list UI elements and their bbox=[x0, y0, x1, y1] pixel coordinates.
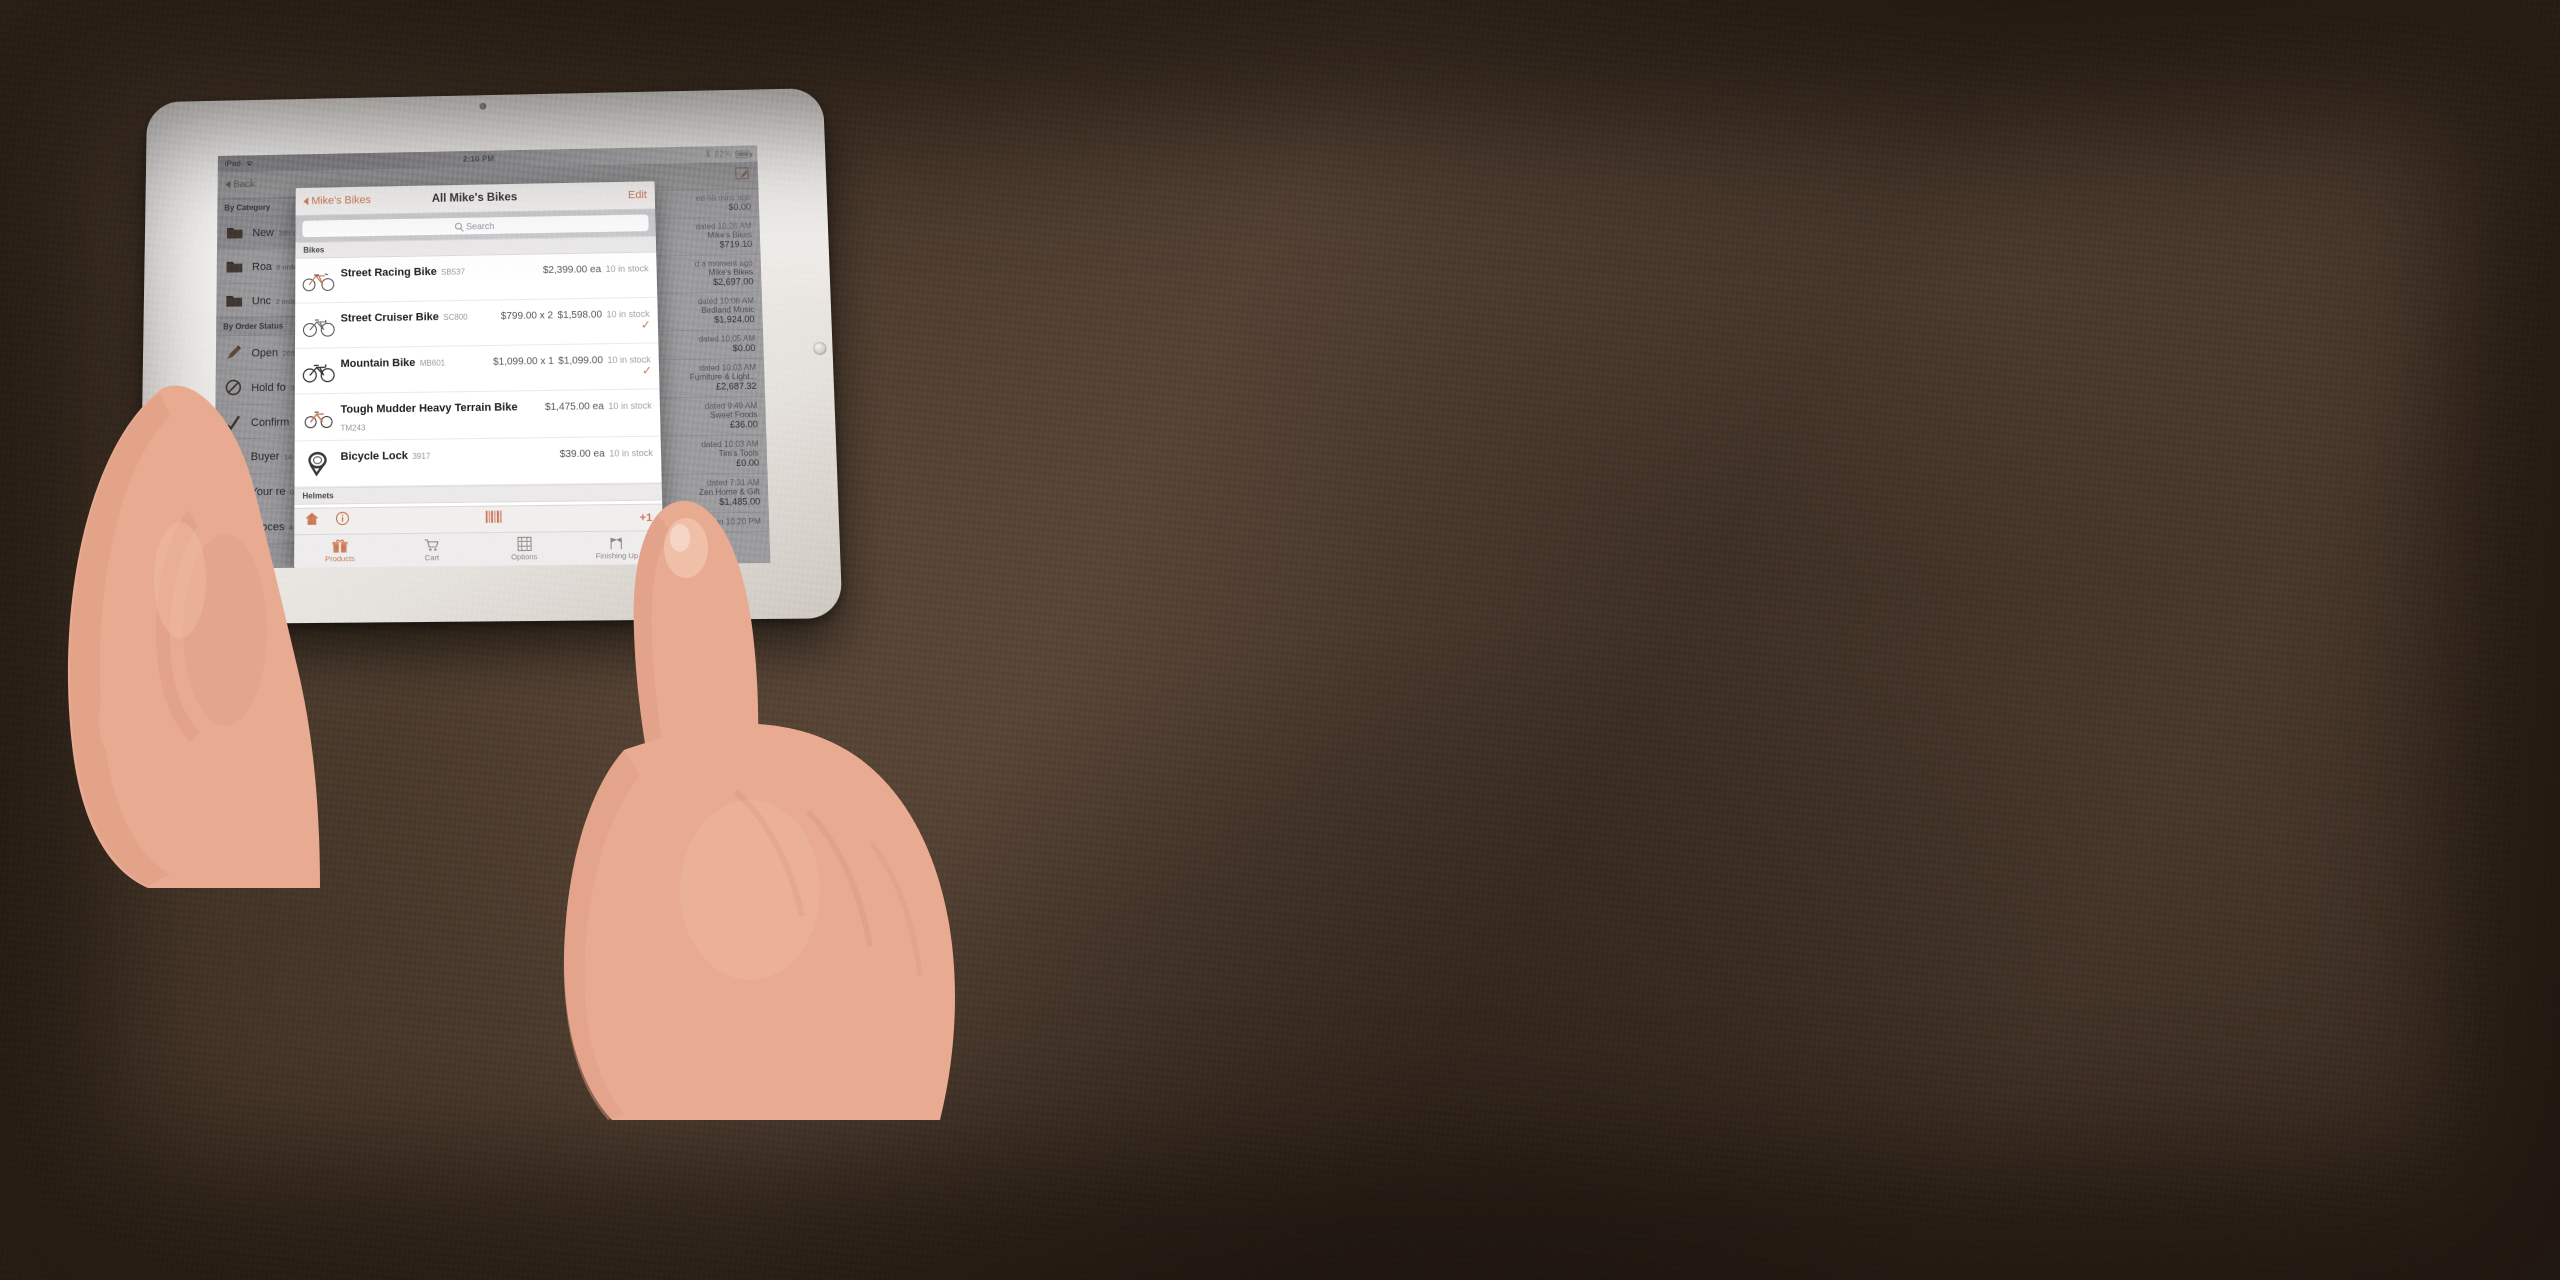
home-button[interactable] bbox=[812, 341, 827, 356]
chevron-left-icon bbox=[303, 197, 309, 206]
status-left: iPad bbox=[225, 159, 254, 169]
product-price: $2,399.00 ea bbox=[542, 264, 602, 277]
folder-icon bbox=[224, 256, 246, 278]
bluetooth-icon bbox=[706, 149, 711, 160]
options-icon bbox=[517, 537, 531, 551]
product-price: $1,475.00 ea bbox=[544, 401, 604, 414]
product-pricing: $1,475.00 ea 10 in stock bbox=[545, 394, 652, 415]
checkmark-icon: ✓ bbox=[640, 317, 652, 332]
product-pricing: $2,399.00 ea 10 in stock bbox=[543, 258, 649, 279]
status-right: 82% bbox=[706, 148, 751, 160]
search-input[interactable]: Search bbox=[302, 214, 649, 238]
modal-back-button[interactable]: Mike's Bikes bbox=[303, 194, 371, 208]
modal-back-label: Mike's Bikes bbox=[311, 194, 371, 208]
tab-label: Options bbox=[511, 551, 538, 562]
product-pricing: $1,099.00 x 1 $1,099.00 10 in stock bbox=[493, 349, 651, 371]
checkmark-icon: ✓ bbox=[641, 363, 653, 378]
product-price: $799.00 x 2 bbox=[500, 310, 554, 323]
road-bike-icon bbox=[301, 263, 337, 299]
product-sku: SB537 bbox=[441, 267, 466, 277]
product-stock: 10 in stock bbox=[608, 400, 652, 412]
product-price: $1,099.00 x 1 bbox=[492, 355, 554, 368]
back-button[interactable]: Back bbox=[225, 179, 255, 190]
right-hand bbox=[563, 500, 955, 1120]
sidebar-item-label: Unc bbox=[251, 294, 272, 308]
product-stock: 10 in stock bbox=[605, 263, 649, 275]
search-icon bbox=[455, 222, 463, 230]
product-name: Street Cruiser Bike bbox=[340, 311, 439, 325]
product-pricing: $799.00 x 2 $1,598.00 10 in stock bbox=[501, 303, 650, 325]
sidebar-item-label: Roa bbox=[252, 261, 272, 274]
product-row[interactable]: Street Racing Bike SB537 $2,399.00 ea 10… bbox=[295, 252, 658, 304]
wifi-icon bbox=[245, 159, 254, 169]
product-extended-price: $1,099.00 bbox=[558, 355, 604, 367]
product-info: Street Racing Bike SB537 bbox=[337, 259, 543, 281]
folder-icon bbox=[223, 290, 245, 312]
barcode-icon[interactable] bbox=[485, 510, 502, 530]
sidebar-item-label: New bbox=[252, 227, 274, 240]
carrier-label: iPad bbox=[224, 159, 242, 169]
product-sku: SC800 bbox=[443, 312, 468, 322]
battery-percent: 82% bbox=[714, 149, 732, 159]
back-button-label: Back bbox=[233, 179, 255, 191]
scene: iPad 2:10 PM 82% Back By Category New 38… bbox=[0, 0, 2560, 1280]
chevron-left-icon bbox=[225, 180, 231, 189]
product-extended-price: $1,598.00 bbox=[557, 309, 603, 322]
product-name: Street Racing Bike bbox=[340, 266, 437, 280]
search-placeholder: Search bbox=[466, 220, 495, 231]
left-hand bbox=[67, 385, 320, 888]
compose-icon[interactable] bbox=[735, 165, 751, 185]
folder-icon bbox=[224, 222, 246, 244]
battery-icon bbox=[735, 149, 751, 158]
edit-button[interactable]: Edit bbox=[628, 189, 647, 201]
product-info: Street Cruiser Bike SC800 bbox=[337, 305, 501, 326]
